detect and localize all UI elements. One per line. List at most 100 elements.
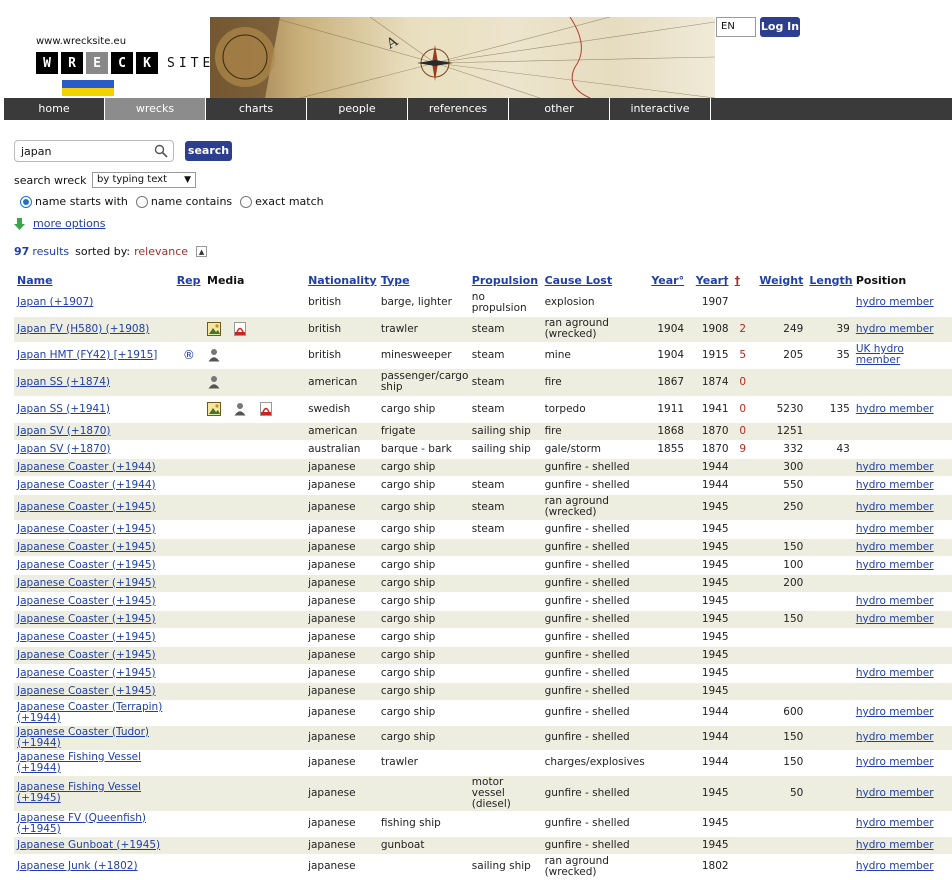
position[interactable]: hydro member [852,556,952,575]
wreck-name[interactable]: Japan (+1907) [14,290,174,317]
table-row[interactable]: Japanese Coaster (+1945) japanese cargo sh… [14,520,952,539]
wreck-name-link[interactable]: Japanese Coaster (+1945) [17,541,156,553]
position-link[interactable]: hydro member [856,839,934,851]
wreck-name[interactable]: Japanese Gunboat (+1945) [14,836,174,855]
position[interactable]: hydro member [852,610,952,629]
table-row[interactable]: Japanese Coaster (+1945) japanese cargo sh… [14,664,952,683]
col-weight[interactable]: Weight [754,270,807,290]
table-row[interactable]: Japanese Coaster (+1945) japanese cargo sh… [14,628,952,647]
table-row[interactable]: Japanese Coaster (+1944) japanese cargo sh… [14,476,952,495]
position[interactable] [852,422,952,441]
position[interactable]: hydro member [852,494,952,521]
wreck-name-link[interactable]: Japanese FV (Queenfish) (+1945) [17,812,146,835]
position[interactable]: UK hydro member [852,342,952,369]
radio-contains[interactable] [135,195,148,208]
position-link[interactable]: hydro member [856,523,934,535]
col-cause-lost[interactable]: Cause Lost [542,270,643,290]
sort-value[interactable]: relevance [134,245,188,258]
person-icon[interactable] [207,348,221,362]
wreck-name[interactable]: Japan SS (+1874) [14,368,174,397]
nav-wrecks[interactable]: wrecks [105,98,206,120]
photo-icon[interactable] [207,322,221,336]
wreck-name-link[interactable]: Japanese Fishing Vessel (+1944) [17,751,141,774]
position-link[interactable]: hydro member [856,731,934,743]
table-row[interactable]: Japan SV (+1870) american frigate sailing s… [14,422,952,441]
col-nationality[interactable]: Nationality [305,270,378,290]
table-row[interactable]: Japanese Coaster (+1945) japanese cargo sh… [14,556,952,575]
position[interactable]: hydro member [852,664,952,683]
position-link[interactable]: hydro member [856,461,934,473]
position[interactable]: hydro member [852,520,952,539]
person-icon[interactable] [233,402,247,416]
wreck-name-link[interactable]: Japanese Coaster (Tudor) (+1944) [17,726,149,749]
col-type[interactable]: Type [378,270,469,290]
wreck-name[interactable]: Japanese Fishing Vessel (+1944) [14,750,174,776]
position[interactable]: hydro member [852,458,952,477]
wreck-name-link[interactable]: Japanese Coaster (Terrapin) (+1944) [17,701,162,724]
position-link[interactable]: UK hydro member [856,343,904,366]
position-link[interactable]: hydro member [856,403,934,415]
position[interactable]: hydro member [852,811,952,837]
site-url[interactable]: www.wrecksite.eu [36,36,126,47]
table-row[interactable]: Japan SS (+1874) american passenger/cargo … [14,368,952,397]
position-link[interactable]: hydro member [856,479,934,491]
radio-exact-match[interactable] [240,195,253,208]
position[interactable]: hydro member [852,396,952,423]
position[interactable] [852,682,952,701]
wreck-name[interactable]: Japanese Coaster (+1945) [14,592,174,611]
wreck-name-link[interactable]: Japanese Coaster (+1945) [17,649,156,661]
col-dead[interactable]: † [732,270,754,290]
search-mode-select[interactable]: by typing text ▼ [92,172,196,188]
table-row[interactable]: Japanese Fishing Vessel (+1944) japanese t… [14,750,952,776]
position-link[interactable]: hydro member [856,559,934,571]
wreck-name[interactable]: Japanese Coaster (+1945) [14,646,174,665]
wreck-name-link[interactable]: Japanese Fishing Vessel (+1945) [17,781,141,804]
wreck-name[interactable]: Japanese Junk (+1802) [14,854,174,880]
wreck-name[interactable]: Japanese Coaster (+1945) [14,610,174,629]
wreck-name[interactable]: Japanese Coaster (+1945) [14,628,174,647]
wreck-name[interactable]: Japan SS (+1941) [14,396,174,423]
position[interactable] [852,368,952,397]
position[interactable]: hydro member [852,290,952,317]
search-icon[interactable] [154,144,168,158]
nav-charts[interactable]: charts [206,98,307,120]
table-row[interactable]: Japanese Coaster (+1945) japanese cargo sh… [14,538,952,557]
wreck-name[interactable]: Japanese Coaster (+1945) [14,664,174,683]
wreck-name-link[interactable]: Japanese Coaster (+1945) [17,685,156,697]
col-rep[interactable]: Rep [174,270,204,290]
table-row[interactable]: Japan SV (+1870) australian barque - bark s… [14,440,952,459]
table-row[interactable]: Japanese Coaster (Terrapin) (+1944) japan… [14,700,952,726]
wreck-name-link[interactable]: Japanese Coaster (+1945) [17,613,156,625]
wreck-name-link[interactable]: Japanese Coaster (+1944) [17,479,156,491]
table-row[interactable]: Japan (+1907) british barge, lighter no pro… [14,290,952,317]
position-link[interactable]: hydro member [856,756,934,768]
search-button[interactable]: search [185,141,232,161]
col-name[interactable]: Name [14,270,174,290]
position-link[interactable]: hydro member [856,667,934,679]
position[interactable] [852,646,952,665]
table-row[interactable]: Japanese FV (Queenfish) (+1945) japanese f… [14,811,952,837]
table-row[interactable]: Japan SS (+1941) swedish cargo ship steam to… [14,396,952,423]
position[interactable]: hydro member [852,476,952,495]
position[interactable]: hydro member [852,538,952,557]
table-row[interactable]: Japan HMT (FY42) [+1915] ® british mineswee… [14,342,952,369]
wreck-name[interactable]: Japanese Coaster (+1945) [14,494,174,521]
site-logo[interactable]: W R E C K SITE [36,52,214,74]
wreck-name[interactable]: Japanese Coaster (+1945) [14,682,174,701]
wreck-name[interactable]: Japan SV (+1870) [14,422,174,441]
position[interactable]: hydro member [852,854,952,880]
position[interactable]: hydro member [852,836,952,855]
wreck-name-link[interactable]: Japan SS (+1874) [17,376,110,388]
wreck-name-link[interactable]: Japanese Coaster (+1945) [17,501,156,513]
position[interactable]: hydro member [852,592,952,611]
wreck-name[interactable]: Japanese Coaster (+1945) [14,520,174,539]
search-input[interactable]: japan [14,140,174,162]
position-link[interactable]: hydro member [856,613,934,625]
position[interactable]: hydro member [852,700,952,726]
wreck-name-link[interactable]: Japanese Junk (+1802) [17,860,138,872]
position[interactable] [852,628,952,647]
wreck-name[interactable]: Japanese Coaster (+1945) [14,538,174,557]
col-length[interactable]: Length [806,270,852,290]
table-row[interactable]: Japanese Coaster (Tudor) (+1944) japanese… [14,725,952,751]
wreck-name[interactable]: Japanese Coaster (+1944) [14,476,174,495]
